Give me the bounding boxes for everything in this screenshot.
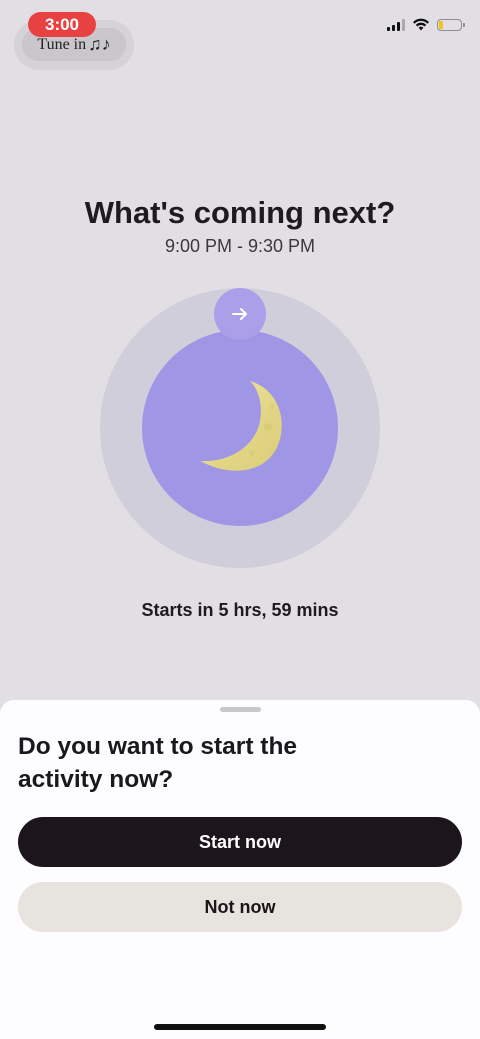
wifi-icon <box>413 18 429 31</box>
home-indicator[interactable] <box>154 1024 326 1030</box>
sheet-drag-handle[interactable] <box>220 707 261 712</box>
sheet-title: Do you want to start the activity now? <box>18 733 298 793</box>
not-now-button[interactable]: Not now <box>18 882 462 932</box>
status-icons <box>387 18 465 31</box>
arrow-right-icon <box>232 308 247 320</box>
time-range: 9:00 PM - 9:30 PM <box>164 236 316 256</box>
start-now-button[interactable]: Start now <box>18 817 462 867</box>
status-bar: Tune in ♫♪ 3:00 <box>0 0 480 70</box>
page-title: What's coming next? <box>84 195 396 230</box>
screen: Tune in ♫♪ 3:00 What's coming next? 9:00… <box>0 0 480 1039</box>
bottom-sheet: Do you want to start the activity now? S… <box>0 700 480 1039</box>
media-chip-label: Tune in <box>37 35 87 53</box>
music-note-icon: ♫♪ <box>88 34 111 54</box>
battery-low-icon <box>437 18 465 31</box>
status-time[interactable]: 3:00 <box>28 12 96 37</box>
starts-in-text: Starts in 5 hrs, 59 mins <box>141 600 339 620</box>
moon-icon <box>200 381 282 471</box>
cellular-signal-icon <box>387 18 405 31</box>
next-activity-button[interactable] <box>214 288 266 340</box>
